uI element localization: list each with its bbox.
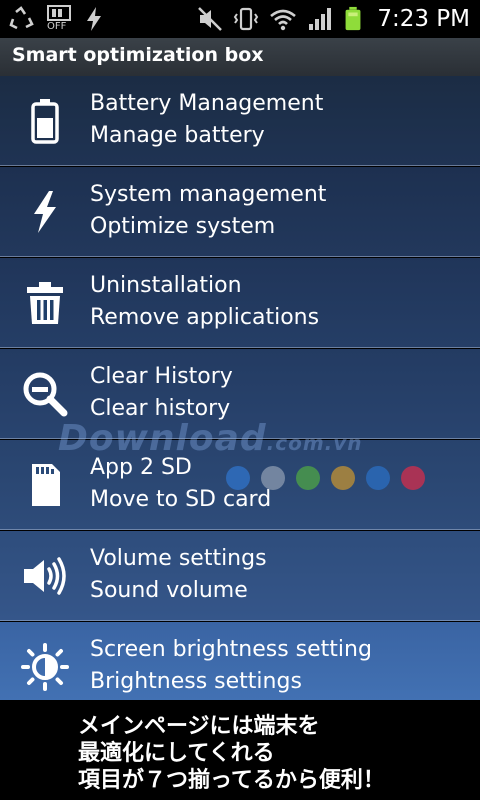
storage-off-icon: OFF — [44, 4, 74, 34]
menu-item-volume-settings[interactable]: Volume settings Sound volume — [0, 531, 480, 621]
menu-item-subtitle: Optimize system — [90, 214, 276, 239]
wifi-icon — [270, 9, 297, 31]
menu-list: Battery Management Manage battery System… — [0, 76, 480, 700]
menu-item-battery-management[interactable]: Battery Management Manage battery — [0, 76, 480, 166]
menu-item-subtitle: Move to SD card — [90, 487, 272, 512]
recycle-icon — [9, 6, 34, 30]
watermark-dot — [331, 466, 355, 490]
mute-icon — [198, 7, 223, 31]
zoom-out-icon — [23, 372, 68, 417]
watermark-dot — [366, 466, 390, 490]
sd-card-icon — [32, 464, 60, 506]
menu-item-subtitle: Manage battery — [90, 123, 265, 148]
menu-item-title: App 2 SD — [90, 455, 192, 480]
brightness-icon — [21, 643, 69, 691]
watermark-dots — [226, 466, 425, 490]
menu-item-title: Battery Management — [90, 91, 324, 116]
watermark-dot — [401, 466, 425, 490]
page-title: Smart optimization box — [12, 44, 264, 66]
menu-item-uninstallation[interactable]: Uninstallation Remove applications — [0, 258, 480, 348]
caption-line: 項目が７つ揃ってるから便利！ — [78, 768, 385, 793]
watermark-dot — [296, 466, 320, 490]
battery-icon — [31, 99, 59, 144]
menu-item-subtitle: Remove applications — [90, 305, 320, 330]
lightning-icon — [34, 191, 56, 233]
off-label: OFF — [47, 21, 67, 32]
menu-item-subtitle: Clear history — [90, 396, 231, 421]
caption-banner: メインページには端末を 最適化にしてくれる 項目が７つ揃ってるから便利！ — [0, 700, 480, 800]
volume-icon — [24, 557, 66, 595]
menu-item-title: Volume settings — [90, 546, 267, 571]
trash-icon — [27, 282, 63, 324]
status-bar: OFF 7:23 PM — [0, 0, 480, 38]
title-bar: Smart optimization box — [0, 38, 480, 77]
signal-icon — [309, 8, 332, 30]
menu-item-subtitle: Sound volume — [90, 578, 248, 603]
menu-item-subtitle: Brightness settings — [90, 669, 302, 694]
menu-item-screen-brightness[interactable]: Screen brightness setting Brightness set… — [0, 622, 480, 700]
menu-item-system-management[interactable]: System management Optimize system — [0, 167, 480, 257]
menu-item-title: System management — [90, 182, 327, 207]
vibrate-icon — [234, 7, 259, 31]
menu-item-title: Clear History — [90, 364, 233, 389]
clock: 7:23 PM — [377, 6, 470, 32]
menu-item-title: Uninstallation — [90, 273, 242, 298]
menu-item-title: Screen brightness setting — [90, 637, 372, 662]
watermark-dot — [226, 466, 250, 490]
flash-icon — [87, 7, 101, 31]
battery-icon — [345, 6, 361, 31]
menu-item-clear-history[interactable]: Clear History Clear history — [0, 349, 480, 439]
watermark-dot — [261, 466, 285, 490]
